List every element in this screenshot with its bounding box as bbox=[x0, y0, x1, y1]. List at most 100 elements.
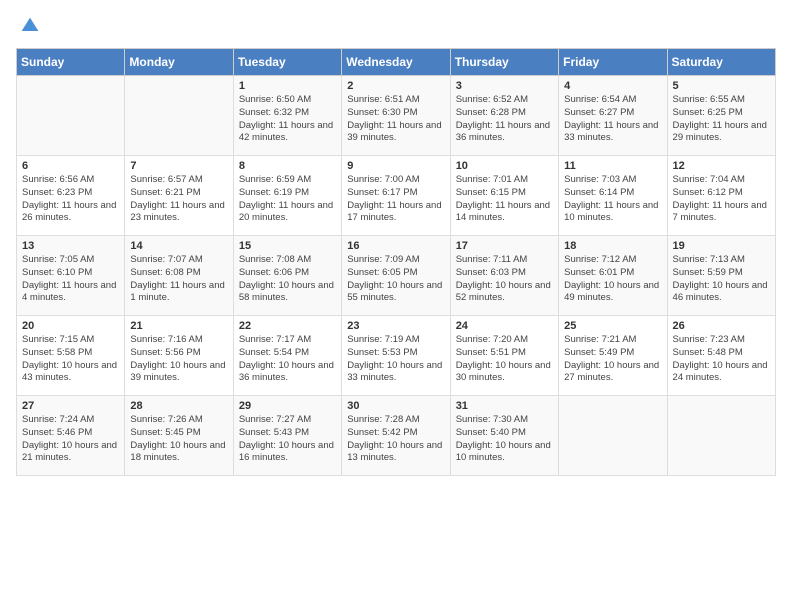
day-number: 20 bbox=[22, 320, 119, 332]
day-number: 14 bbox=[130, 240, 227, 252]
calendar-cell: 18 Sunrise: 7:12 AMSunset: 6:01 PMDayligh… bbox=[559, 236, 667, 316]
day-number: 24 bbox=[456, 320, 553, 332]
day-number: 23 bbox=[347, 320, 444, 332]
day-detail: Sunrise: 7:15 AMSunset: 5:58 PMDaylight:… bbox=[22, 334, 119, 385]
calendar-week-2: 13Sunrise: 7:05 AMSunset: 6:10 PMDayligh… bbox=[17, 236, 776, 316]
calendar-cell: 25 Sunrise: 7:21 AMSunset: 5:49 PMDayligh… bbox=[559, 316, 667, 396]
day-number: 16 bbox=[347, 240, 444, 252]
calendar-table: SundayMondayTuesdayWednesdayThursdayFrid… bbox=[16, 48, 776, 476]
day-detail: Sunrise: 6:56 AMSunset: 6:23 PMDaylight:… bbox=[22, 174, 119, 225]
header-cell-friday: Friday bbox=[559, 49, 667, 76]
calendar-cell: 29Sunrise: 7:27 AMSunset: 5:43 PMDayligh… bbox=[233, 396, 341, 476]
calendar-cell: 17Sunrise: 7:11 AMSunset: 6:03 PMDayligh… bbox=[450, 236, 558, 316]
day-detail: Sunrise: 7:07 AMSunset: 6:08 PMDaylight:… bbox=[130, 254, 227, 305]
calendar-cell: 8Sunrise: 6:59 AMSunset: 6:19 PMDaylight… bbox=[233, 156, 341, 236]
calendar-cell bbox=[17, 76, 125, 156]
day-number: 31 bbox=[456, 400, 553, 412]
calendar-cell bbox=[559, 396, 667, 476]
day-detail: Sunrise: 7:09 AMSunset: 6:05 PMDaylight:… bbox=[347, 254, 444, 305]
day-number: 8 bbox=[239, 160, 336, 172]
calendar-cell: 26 Sunrise: 7:23 AMSunset: 5:48 PMDayligh… bbox=[667, 316, 775, 396]
header-cell-sunday: Sunday bbox=[17, 49, 125, 76]
header-cell-thursday: Thursday bbox=[450, 49, 558, 76]
calendar-cell: 30Sunrise: 7:28 AMSunset: 5:42 PMDayligh… bbox=[342, 396, 450, 476]
day-number: 21 bbox=[130, 320, 227, 332]
calendar-cell: 7 Sunrise: 6:57 AMSunset: 6:21 PMDaylight… bbox=[125, 156, 233, 236]
day-detail: Sunrise: 7:00 AMSunset: 6:17 PMDaylight:… bbox=[347, 174, 444, 225]
logo bbox=[16, 16, 40, 36]
day-detail: Sunrise: 7:08 AMSunset: 6:06 PMDaylight:… bbox=[239, 254, 336, 305]
calendar-cell: 13Sunrise: 7:05 AMSunset: 6:10 PMDayligh… bbox=[17, 236, 125, 316]
day-detail: Sunrise: 7:16 AMSunset: 5:56 PMDaylight:… bbox=[130, 334, 227, 385]
calendar-week-4: 27 Sunrise: 7:24 AMSunset: 5:46 PMDayligh… bbox=[17, 396, 776, 476]
calendar-cell: 2 Sunrise: 6:51 AMSunset: 6:30 PMDaylight… bbox=[342, 76, 450, 156]
day-detail: Sunrise: 7:11 AMSunset: 6:03 PMDaylight:… bbox=[456, 254, 553, 305]
day-number: 29 bbox=[239, 400, 336, 412]
day-detail: Sunrise: 6:57 AMSunset: 6:21 PMDaylight:… bbox=[130, 174, 227, 225]
day-detail: Sunrise: 6:52 AMSunset: 6:28 PMDaylight:… bbox=[456, 94, 553, 145]
calendar-cell: 10 Sunrise: 7:01 AMSunset: 6:15 PMDayligh… bbox=[450, 156, 558, 236]
day-detail: Sunrise: 7:24 AMSunset: 5:46 PMDaylight:… bbox=[22, 414, 119, 465]
day-detail: Sunrise: 7:26 AMSunset: 5:45 PMDaylight:… bbox=[130, 414, 227, 465]
day-detail: Sunrise: 7:12 AMSunset: 6:01 PMDaylight:… bbox=[564, 254, 661, 305]
calendar-header: SundayMondayTuesdayWednesdayThursdayFrid… bbox=[17, 49, 776, 76]
calendar-cell: 16 Sunrise: 7:09 AMSunset: 6:05 PMDayligh… bbox=[342, 236, 450, 316]
day-number: 7 bbox=[130, 160, 227, 172]
day-detail: Sunrise: 7:04 AMSunset: 6:12 PMDaylight:… bbox=[673, 174, 770, 225]
calendar-body: 1 Sunrise: 6:50 AMSunset: 6:32 PMDaylight… bbox=[17, 76, 776, 476]
day-number: 25 bbox=[564, 320, 661, 332]
calendar-cell: 15 Sunrise: 7:08 AMSunset: 6:06 PMDayligh… bbox=[233, 236, 341, 316]
calendar-cell: 3Sunrise: 6:52 AMSunset: 6:28 PMDaylight… bbox=[450, 76, 558, 156]
calendar-cell bbox=[125, 76, 233, 156]
header-row: SundayMondayTuesdayWednesdayThursdayFrid… bbox=[17, 49, 776, 76]
header-cell-tuesday: Tuesday bbox=[233, 49, 341, 76]
day-number: 10 bbox=[456, 160, 553, 172]
calendar-cell: 5 Sunrise: 6:55 AMSunset: 6:25 PMDaylight… bbox=[667, 76, 775, 156]
calendar-cell: 12Sunrise: 7:04 AMSunset: 6:12 PMDayligh… bbox=[667, 156, 775, 236]
day-number: 4 bbox=[564, 80, 661, 92]
day-detail: Sunrise: 7:03 AMSunset: 6:14 PMDaylight:… bbox=[564, 174, 661, 225]
day-detail: Sunrise: 6:55 AMSunset: 6:25 PMDaylight:… bbox=[673, 94, 770, 145]
day-number: 11 bbox=[564, 160, 661, 172]
day-detail: Sunrise: 7:28 AMSunset: 5:42 PMDaylight:… bbox=[347, 414, 444, 465]
calendar-cell: 14 Sunrise: 7:07 AMSunset: 6:08 PMDayligh… bbox=[125, 236, 233, 316]
day-detail: Sunrise: 7:13 AMSunset: 5:59 PMDaylight:… bbox=[673, 254, 770, 305]
day-number: 27 bbox=[22, 400, 119, 412]
calendar-cell: 19 Sunrise: 7:13 AMSunset: 5:59 PMDayligh… bbox=[667, 236, 775, 316]
day-number: 15 bbox=[239, 240, 336, 252]
day-number: 26 bbox=[673, 320, 770, 332]
day-number: 28 bbox=[130, 400, 227, 412]
day-number: 1 bbox=[239, 80, 336, 92]
calendar-cell: 1 Sunrise: 6:50 AMSunset: 6:32 PMDaylight… bbox=[233, 76, 341, 156]
day-number: 18 bbox=[564, 240, 661, 252]
day-number: 5 bbox=[673, 80, 770, 92]
calendar-cell: 11 Sunrise: 7:03 AMSunset: 6:14 PMDayligh… bbox=[559, 156, 667, 236]
calendar-cell: 9Sunrise: 7:00 AMSunset: 6:17 PMDaylight… bbox=[342, 156, 450, 236]
page-header bbox=[16, 16, 776, 36]
day-detail: Sunrise: 7:20 AMSunset: 5:51 PMDaylight:… bbox=[456, 334, 553, 385]
calendar-cell bbox=[667, 396, 775, 476]
day-detail: Sunrise: 7:17 AMSunset: 5:54 PMDaylight:… bbox=[239, 334, 336, 385]
calendar-cell: 23 Sunrise: 7:19 AMSunset: 5:53 PMDayligh… bbox=[342, 316, 450, 396]
calendar-cell: 31 Sunrise: 7:30 AMSunset: 5:40 PMDayligh… bbox=[450, 396, 558, 476]
calendar-cell: 22Sunrise: 7:17 AMSunset: 5:54 PMDayligh… bbox=[233, 316, 341, 396]
calendar-cell: 28 Sunrise: 7:26 AMSunset: 5:45 PMDayligh… bbox=[125, 396, 233, 476]
day-detail: Sunrise: 6:51 AMSunset: 6:30 PMDaylight:… bbox=[347, 94, 444, 145]
day-detail: Sunrise: 7:23 AMSunset: 5:48 PMDaylight:… bbox=[673, 334, 770, 385]
day-number: 19 bbox=[673, 240, 770, 252]
calendar-cell: 21 Sunrise: 7:16 AMSunset: 5:56 PMDayligh… bbox=[125, 316, 233, 396]
logo-icon bbox=[20, 16, 40, 36]
day-detail: Sunrise: 7:21 AMSunset: 5:49 PMDaylight:… bbox=[564, 334, 661, 385]
day-detail: Sunrise: 6:50 AMSunset: 6:32 PMDaylight:… bbox=[239, 94, 336, 145]
calendar-cell: 6 Sunrise: 6:56 AMSunset: 6:23 PMDaylight… bbox=[17, 156, 125, 236]
header-cell-wednesday: Wednesday bbox=[342, 49, 450, 76]
header-cell-saturday: Saturday bbox=[667, 49, 775, 76]
day-detail: Sunrise: 7:30 AMSunset: 5:40 PMDaylight:… bbox=[456, 414, 553, 465]
day-detail: Sunrise: 7:01 AMSunset: 6:15 PMDaylight:… bbox=[456, 174, 553, 225]
calendar-cell: 27 Sunrise: 7:24 AMSunset: 5:46 PMDayligh… bbox=[17, 396, 125, 476]
day-detail: Sunrise: 7:19 AMSunset: 5:53 PMDaylight:… bbox=[347, 334, 444, 385]
day-number: 6 bbox=[22, 160, 119, 172]
day-number: 13 bbox=[22, 240, 119, 252]
day-number: 2 bbox=[347, 80, 444, 92]
calendar-week-1: 6 Sunrise: 6:56 AMSunset: 6:23 PMDaylight… bbox=[17, 156, 776, 236]
